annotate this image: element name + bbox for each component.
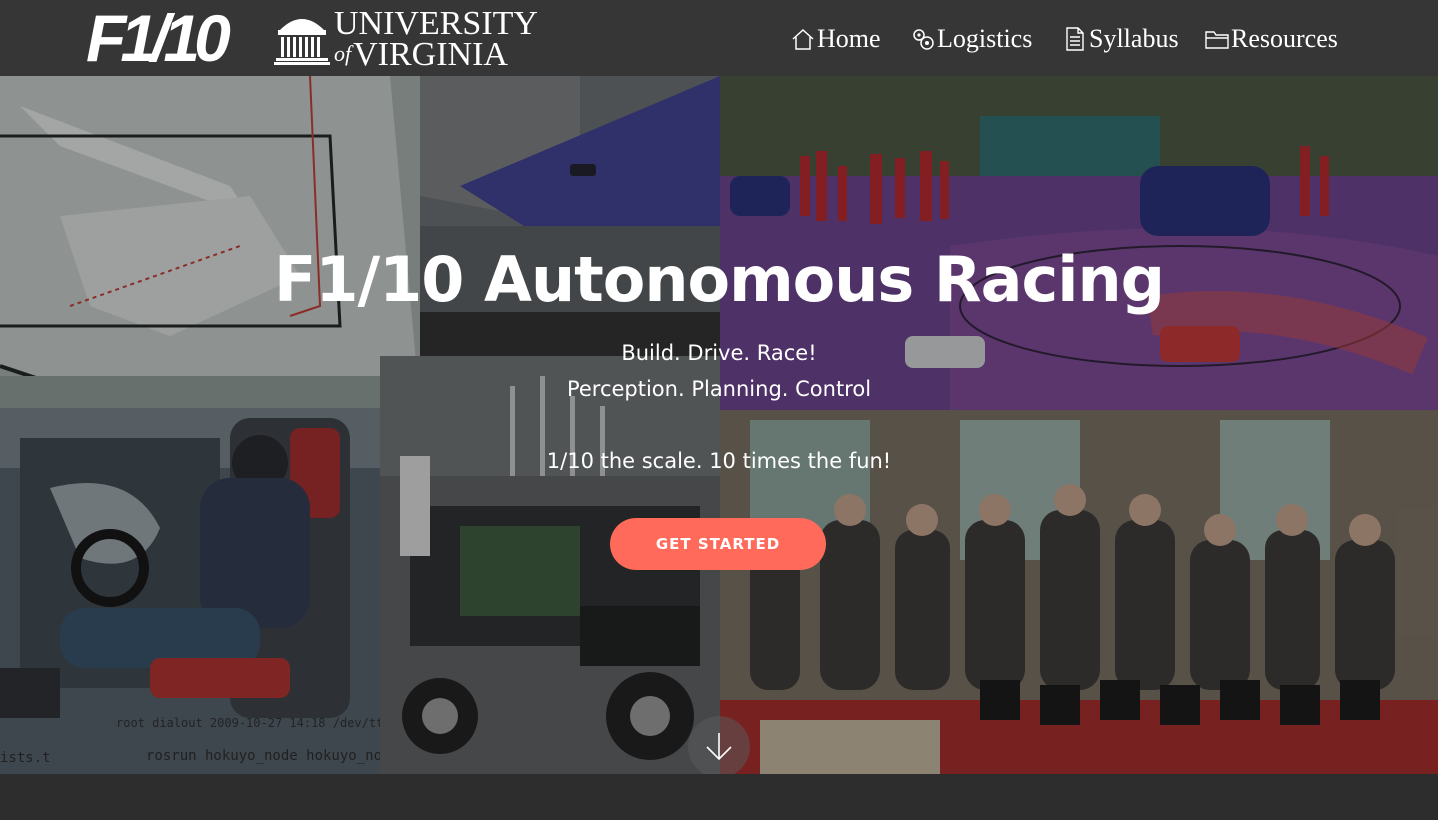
nav-item-label: Home [817,24,881,53]
uva-wordmark[interactable]: UNIVERSITY ofVIRGINIA [334,6,538,73]
nav-item-logistics[interactable]: Logistics [910,22,1032,56]
uva-wordmark-of: of [334,41,352,66]
uva-wordmark-line2: ofVIRGINIA [334,36,508,73]
gears-icon [913,29,934,50]
top-navbar: F1/10 UNIVERSITY ofVIRGINIA Home Logisti… [0,0,1438,76]
next-section-strip [0,774,1438,820]
hero-section: root dialout 2009-10-27 14:18 /dev/ttyAC… [0,76,1438,774]
f110-logo[interactable]: F1/10 [86,5,231,71]
hero-tagline-3: 1/10 the scale. 10 times the fun! [546,449,892,473]
hero-tagline-1: Build. Drive. Race! [621,341,817,365]
nav-item-label: Logistics [937,24,1033,53]
nav-item-label: Resources [1231,24,1338,53]
nav-item-resources[interactable]: Resources [1204,22,1338,56]
rotunda-icon [274,19,330,65]
scroll-down-button[interactable] [688,716,750,774]
hero-dark-overlay [0,76,1438,774]
document-icon [1066,27,1084,51]
hero-tagline-2: Perception. Planning. Control [566,377,872,401]
nav-item-syllabus[interactable]: Syllabus [1062,22,1179,56]
folder-icon [1205,31,1229,49]
hero-title: F1/10 Autonomous Racing [273,243,1165,316]
uva-wordmark-virginia: VIRGINIA [353,36,508,73]
nav-item-label: Syllabus [1089,24,1179,53]
get-started-button[interactable]: GET STARTED [610,518,826,570]
home-icon [792,28,814,50]
chevron-down-icon [706,733,732,761]
nav-item-home[interactable]: Home [790,22,881,56]
